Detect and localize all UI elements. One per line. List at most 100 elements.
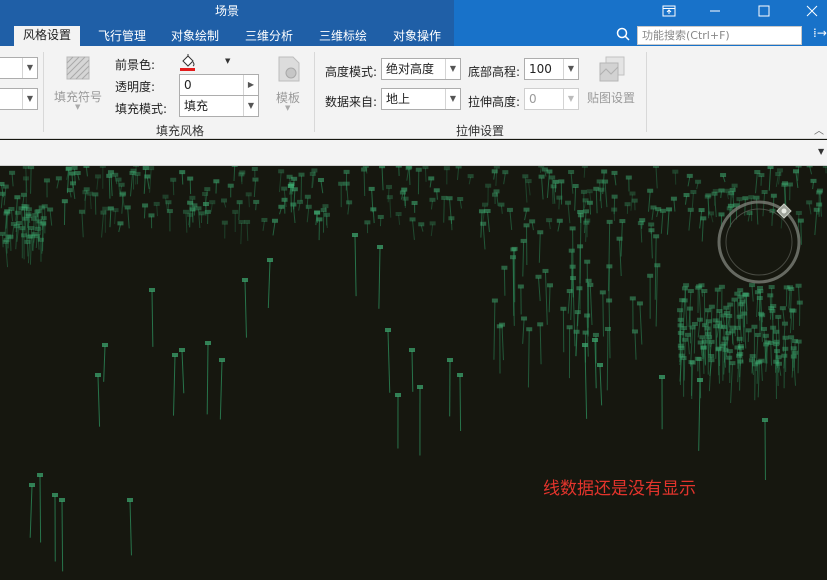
scene-feature-marker [82,190,89,195]
scene-feature-marker [792,169,799,174]
scene-feature-marker [720,313,727,318]
scene-feature-marker [83,166,90,168]
scene-feature-marker [133,166,140,168]
scene-feature-marker [481,202,488,207]
tab-object-drawing[interactable]: 对象绘制 [171,27,219,46]
extrude-height-input[interactable]: 0 ▼ [524,88,579,110]
tab-flight-management[interactable]: 飞行管理 [98,27,146,46]
scene-feature-marker [502,170,509,175]
scene-feature-marker [631,329,638,334]
scene-feature [680,301,683,327]
paint-bucket-icon[interactable] [179,53,197,71]
scene-feature-marker [684,332,691,337]
scene-feature [775,174,779,188]
scene-feature-marker [37,473,43,477]
scene-feature-marker [34,209,41,214]
scene-feature [687,335,690,355]
tab-3d-analysis[interactable]: 三维分析 [245,27,293,46]
ribbon-separator [43,52,44,132]
texture-settings-button[interactable]: 贴图设置 [587,89,635,106]
scene-feature-marker [566,289,573,294]
line-width-combo[interactable]: ▼ [0,88,38,110]
data-source-select[interactable]: 地上 ▼ [381,88,461,110]
scene-feature [320,180,324,194]
scene-feature [771,328,774,343]
height-mode-select[interactable]: 绝对高度 ▼ [381,58,461,80]
bottom-height-input[interactable]: 100 ▼ [524,58,579,80]
fill-mode-select[interactable]: 填充 ▼ [179,95,259,117]
scene-feature-marker [705,308,712,313]
scene-feature [812,181,814,190]
scene-feature-marker [455,166,462,169]
fill-symbol-icon[interactable] [66,56,90,80]
scene-feature [253,180,256,198]
scene-feature [650,231,653,259]
scene-feature-marker [309,171,316,176]
search-input[interactable]: 功能搜索(Ctrl+F) [637,26,802,45]
scene-feature-marker [314,210,321,215]
scene-feature-marker [625,175,632,180]
scene-feature-marker [686,173,693,178]
scene-feature-marker [253,199,260,204]
minimize-button[interactable] [692,0,738,22]
scene-feature [651,208,654,221]
foreground-dropdown-icon[interactable]: ▼ [225,57,230,65]
scene-feature-marker [569,226,576,231]
overflow-icon[interactable]: ⁞→ [813,26,827,40]
scene-feature-marker [549,175,556,180]
scene-feature-marker [409,217,416,222]
template-icon[interactable] [277,55,301,83]
scene-feature-marker [491,298,498,303]
scene-feature-marker [117,221,124,226]
spin-right-icon[interactable]: ▶ [243,75,258,95]
scene-feature-marker [148,213,155,218]
scene-feature [39,475,42,543]
navigation-compass-icon[interactable] [714,200,804,290]
ribbon-separator [314,52,315,132]
scene-feature-marker [790,346,797,351]
scene-feature-marker [92,192,99,197]
search-icon[interactable] [616,27,632,43]
scene-feature [387,330,391,393]
scene-feature [528,182,531,196]
transparency-value: 0 [184,78,192,92]
scene-feature-marker [681,286,688,291]
scene-feature [558,198,560,210]
scene-feature-marker [428,176,435,181]
scene-feature-marker [624,202,631,207]
scene-feature-marker [238,220,245,225]
tab-style-settings[interactable]: 风格设置 [14,26,81,46]
scene-feature-marker [148,166,155,171]
line-style-combo[interactable]: ▼ [0,57,38,79]
scene-view[interactable] [0,166,827,580]
scene-feature-marker [386,195,393,200]
scene-feature-marker [142,166,149,171]
tab-object-operation[interactable]: 对象操作 [393,27,441,46]
scene-feature [760,361,763,381]
scene-annotation: 线数据还是没有显示 [543,479,696,499]
scene-feature-marker [252,177,259,182]
scene-feature [736,294,740,327]
scene-feature-marker [781,321,788,326]
scene-feature-marker [770,325,777,330]
toolbar-dropdown-icon[interactable]: ▼ [818,147,824,156]
scene-feature [741,302,745,342]
scene-feature-marker [61,199,68,204]
scene-feature-marker [433,188,440,193]
maximize-button[interactable] [741,0,787,22]
transparency-input[interactable]: 0 ▶ [179,74,259,96]
ribbon-display-options-icon[interactable] [646,0,692,22]
scene-feature-marker [38,205,45,210]
scene-feature-marker [231,166,238,168]
tab-3d-plotting[interactable]: 三维标绘 [319,27,367,46]
close-button[interactable] [789,0,827,22]
scene-feature [730,364,733,404]
collapse-ribbon-icon[interactable]: ︿ [814,122,824,137]
height-mode-label: 高度模式: [325,65,378,79]
scene-feature-marker [129,171,136,176]
scene-feature [527,330,530,388]
scene-feature [589,203,592,215]
texture-settings-icon[interactable] [598,55,626,83]
scene-feature [97,375,101,427]
scene-feature-marker [598,187,605,192]
